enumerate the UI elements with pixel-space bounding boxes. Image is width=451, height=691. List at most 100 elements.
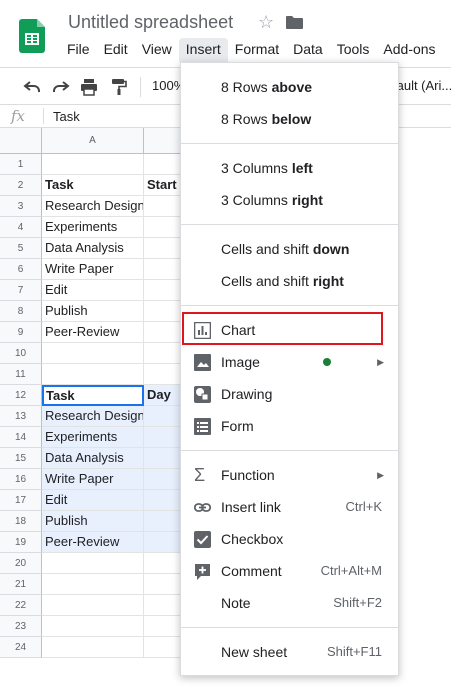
menu-item-rows-above[interactable]: 8 Rows above [181,71,398,103]
row-header[interactable]: 20 [0,553,42,574]
undo-icon[interactable] [23,78,41,96]
row-header[interactable]: 2 [0,175,42,196]
menu-item-label: Form [221,418,254,434]
new-feature-dot [323,358,331,366]
menu-divider [181,143,398,144]
menu-item-rows-below[interactable]: 8 Rows below [181,103,398,135]
grid-cell[interactable] [42,154,144,175]
grid-cell[interactable]: Write Paper [42,259,144,280]
menu-item-drawing[interactable]: Drawing [181,378,398,410]
row-header[interactable]: 23 [0,616,42,637]
menu-item-form[interactable]: Form [181,410,398,442]
menu-item-columns-right[interactable]: 3 Columns right [181,184,398,216]
add-comment-icon [195,564,210,580]
grid-cell[interactable]: Publish [42,301,144,322]
sheets-logo-icon[interactable] [19,19,45,53]
grid-cell[interactable]: Task [42,385,144,406]
row-header[interactable]: 21 [0,574,42,595]
menu-item-checkbox[interactable]: Checkbox [181,523,398,555]
grid-cell[interactable]: Edit [42,490,144,511]
grid-cell[interactable] [42,574,144,595]
paint-format-icon[interactable] [110,78,128,96]
row-header[interactable]: 17 [0,490,42,511]
grid-cell[interactable]: Edit [42,280,144,301]
menu-item-note[interactable]: Note Shift+F2 [181,587,398,619]
row-header[interactable]: 1 [0,154,42,175]
grid-cell[interactable] [42,595,144,616]
menu-edit[interactable]: Edit [97,38,135,62]
document-title[interactable]: Untitled spreadsheet [68,12,233,33]
row-header[interactable]: 8 [0,301,42,322]
insert-menu: 8 Rows above 8 Rows below 3 Columns left… [180,62,399,676]
menu-view[interactable]: View [135,38,179,62]
grid-cell[interactable]: Publish [42,511,144,532]
menu-item-image[interactable]: Image ▶ [181,346,398,378]
row-header[interactable]: 15 [0,448,42,469]
menu-item-columns-left[interactable]: 3 Columns left [181,152,398,184]
shortcut-text: Ctrl+Alt+M [320,563,382,578]
row-header[interactable]: 7 [0,280,42,301]
menu-item-new-sheet[interactable]: New sheet Shift+F11 [181,636,398,668]
row-header[interactable]: 3 [0,196,42,217]
grid-cell[interactable]: Task [42,175,144,196]
grid-cell[interactable] [42,637,144,658]
checkbox-icon [194,531,211,548]
menu-divider [181,450,398,451]
grid-cell[interactable]: Data Analysis [42,238,144,259]
row-header[interactable]: 18 [0,511,42,532]
grid-cell[interactable]: Experiments [42,217,144,238]
folder-icon[interactable] [286,16,303,29]
font-select[interactable]: fault (Ari... [393,78,451,93]
grid-cell[interactable]: Peer-Review [42,322,144,343]
sigma-icon: Σ [194,465,206,485]
grid-cell[interactable]: Write Paper [42,469,144,490]
grid-cell[interactable] [42,364,144,385]
menu-file[interactable]: File [60,38,97,62]
grid-cell[interactable]: Experiments [42,427,144,448]
select-all-corner[interactable] [0,128,42,154]
menu-item-label: Insert link [221,499,281,515]
star-icon[interactable]: ☆ [258,12,274,33]
row-header[interactable]: 4 [0,217,42,238]
menu-addons[interactable]: Add-ons [376,38,442,62]
menu-item-label: 8 Rows below [221,111,312,127]
row-header[interactable]: 10 [0,343,42,364]
row-header[interactable]: 11 [0,364,42,385]
menu-item-label: 3 Columns left [221,160,313,176]
form-icon [194,418,211,435]
formula-input[interactable]: Task [53,109,80,124]
column-header-a[interactable]: A [42,128,144,154]
row-header[interactable]: 6 [0,259,42,280]
menu-item-cells-shift-down[interactable]: Cells and shift down [181,233,398,265]
row-header[interactable]: 24 [0,637,42,658]
menu-insert[interactable]: Insert [178,38,228,62]
menu-item-comment[interactable]: Comment Ctrl+Alt+M [181,555,398,587]
grid-cell[interactable]: Research Design [42,406,144,427]
grid-cell[interactable]: Peer-Review [42,532,144,553]
row-header[interactable]: 9 [0,322,42,343]
menu-item-insert-link[interactable]: Insert link Ctrl+K [181,491,398,523]
row-header[interactable]: 22 [0,595,42,616]
menu-tools[interactable]: Tools [330,38,377,62]
grid-cell[interactable] [42,343,144,364]
row-header[interactable]: 16 [0,469,42,490]
row-header[interactable]: 19 [0,532,42,553]
grid-cell[interactable]: Research Design [42,196,144,217]
menu-format[interactable]: Format [228,38,286,62]
menu-item-function[interactable]: Σ Function ▶ [181,459,398,491]
row-header[interactable]: 12 [0,385,42,406]
row-header[interactable]: 5 [0,238,42,259]
chart-highlight-box [182,312,383,345]
print-icon[interactable] [80,78,98,96]
menu-item-label: Cells and shift down [221,241,350,257]
grid-cell[interactable]: Data Analysis [42,448,144,469]
grid-cell[interactable] [42,553,144,574]
grid-cell[interactable] [42,616,144,637]
menu-divider [181,305,398,306]
redo-icon[interactable] [52,78,70,96]
menu-data[interactable]: Data [286,38,330,62]
menu-item-cells-shift-right[interactable]: Cells and shift right [181,265,398,297]
row-header[interactable]: 13 [0,406,42,427]
row-header[interactable]: 14 [0,427,42,448]
link-icon [194,503,211,512]
